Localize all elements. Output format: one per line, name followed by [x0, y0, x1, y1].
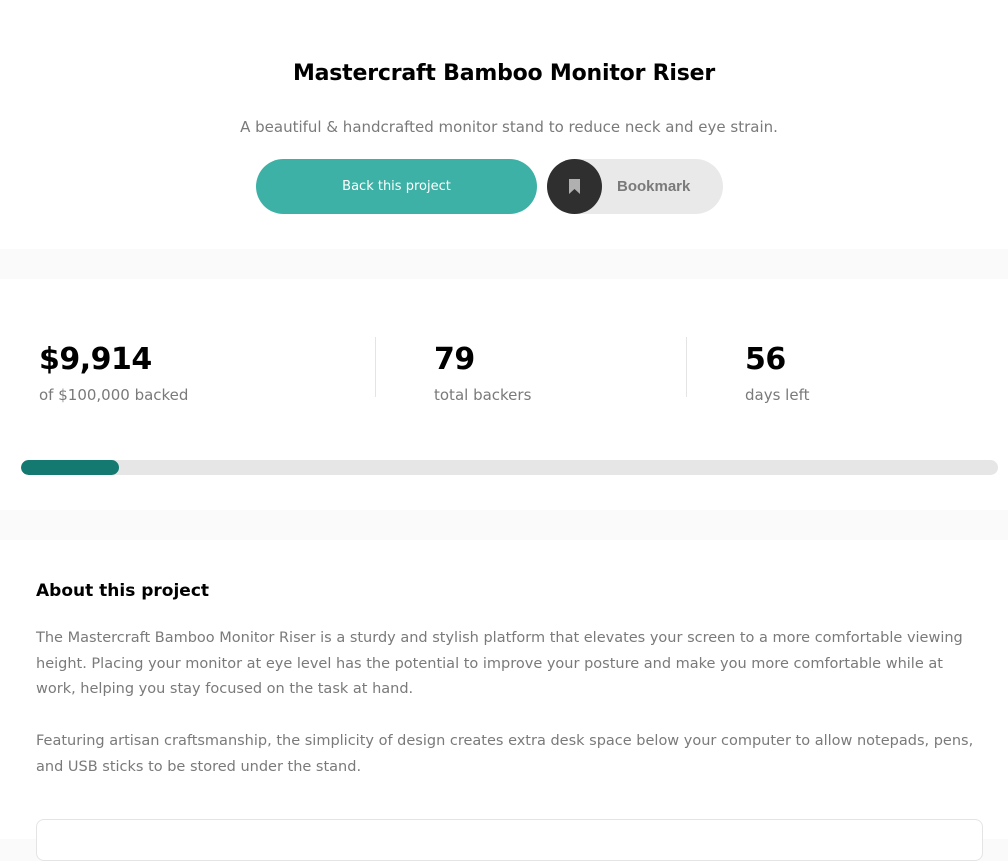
- days-left-label: days left: [745, 386, 810, 404]
- backed-amount: $9,914: [39, 342, 152, 377]
- reward-card: [36, 819, 983, 861]
- bookmark-icon: [569, 179, 580, 194]
- bookmark-icon-circle: [547, 159, 602, 214]
- project-description: A beautiful & handcrafted monitor stand …: [240, 118, 778, 136]
- back-project-button[interactable]: Back this project: [256, 159, 537, 214]
- days-left-count: 56: [745, 342, 786, 377]
- bookmark-label: Bookmark: [617, 178, 691, 195]
- stat-divider: [375, 337, 376, 397]
- project-title: Mastercraft Bamboo Monitor Riser: [292, 61, 716, 86]
- about-title: About this project: [36, 581, 210, 601]
- about-card: About this project The Mastercraft Bambo…: [0, 540, 1008, 861]
- backers-label: total backers: [434, 386, 532, 404]
- stat-days-left: 56 days left: [745, 341, 809, 405]
- backed-goal-label: of $100,000 backed: [39, 386, 189, 404]
- funding-progress-bar: [21, 460, 998, 475]
- stat-divider: [686, 337, 687, 397]
- bookmark-button[interactable]: Bookmark: [547, 159, 723, 214]
- backers-count: 79: [434, 342, 475, 377]
- project-header-card: Mastercraft Bamboo Monitor Riser A beaut…: [0, 0, 1008, 249]
- funding-progress-fill: [21, 460, 119, 475]
- stat-backers: 79 total backers: [434, 341, 531, 405]
- about-paragraph: Featuring artisan craftsmanship, the sim…: [36, 733, 974, 775]
- stats-card: $9,914 of $100,000 backed 79 total backe…: [0, 279, 1008, 510]
- stat-backed: $9,914 of $100,000 backed: [39, 341, 188, 405]
- about-paragraph: The Mastercraft Bamboo Monitor Riser is …: [36, 630, 963, 698]
